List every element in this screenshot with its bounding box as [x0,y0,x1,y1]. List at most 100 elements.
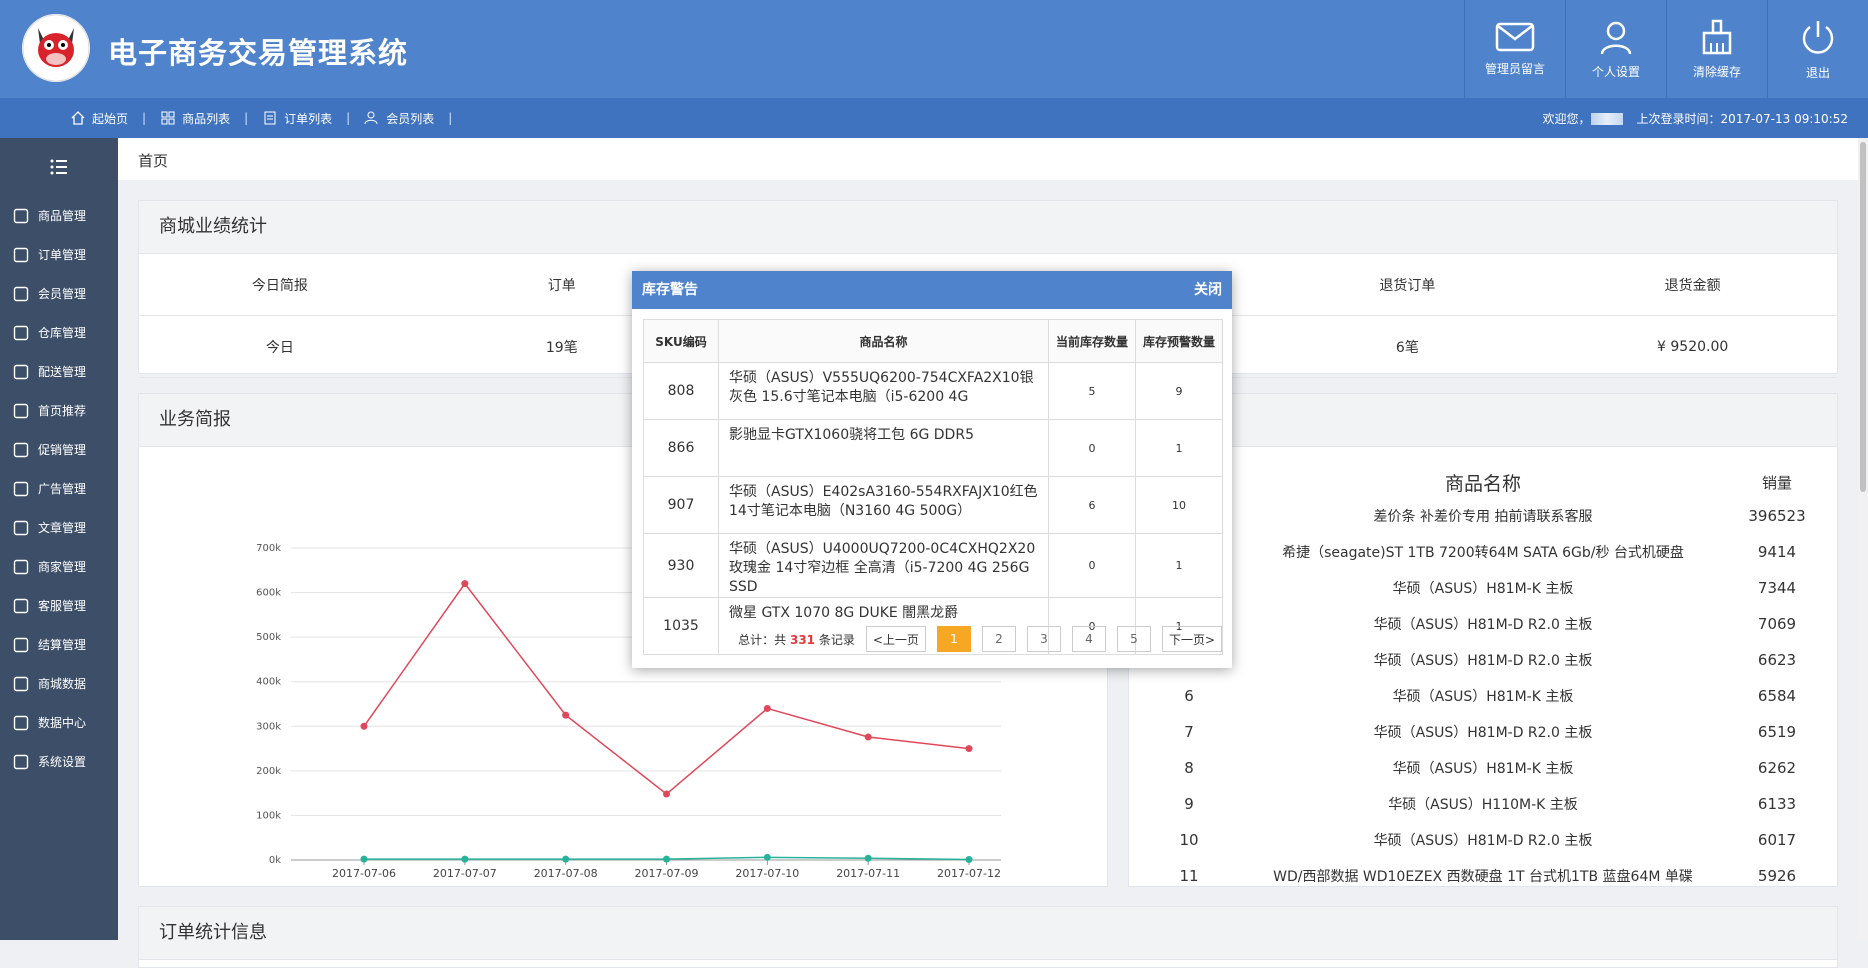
money-icon [13,637,29,652]
ranking-no: 9 [1184,795,1194,813]
inventory-header-name: 商品名称 [718,319,1049,363]
pagination-total: 总计：共 331 条记录 [738,631,855,648]
clear-cache-button[interactable]: 清除缓存 [1666,0,1767,98]
ranking-name: 华硕（ASUS）H81M-D R2.0 主板 [1373,617,1593,633]
y-tick-label: 300k [256,721,281,732]
logo [22,14,90,82]
nav-link-products-label: 商品列表 [182,111,231,126]
y-tick-label: 200k [256,766,281,777]
welcome-text: 欢迎您， [1543,110,1623,127]
sidebar-item-11[interactable]: 结算管理 [0,625,118,664]
admin-message-button[interactable]: 管理员留言 [1464,0,1565,98]
x-tick-label: 2017-07-11 [836,867,900,880]
personal-settings-label: 个人设置 [1591,64,1640,79]
menu-icon [50,159,67,175]
broom-icon [1702,19,1732,54]
page-button-5[interactable]: 5 [1116,626,1151,652]
sidebar-item-0[interactable]: 商品管理 [0,196,118,235]
ranking-header-qty: 销量 [1761,473,1792,492]
sidebar-item-6[interactable]: 促销管理 [0,430,118,469]
y-tick-label: 400k [256,677,281,688]
bag-icon [13,208,29,223]
layout-icon [13,481,29,496]
prev-page-button[interactable]: <上一页 [865,626,926,652]
nav-link-members[interactable]: 会员列表 [350,110,448,127]
menu-toggle-button[interactable] [0,138,118,196]
document-icon [264,111,276,125]
pagination: 总计：共 331 条记录 <上一页 1 2 3 4 5 下一页> [738,626,1222,652]
sidebar-item-2[interactable]: 会员管理 [0,274,118,313]
stats-value-cell: 6笔 [1266,315,1549,378]
nav-link-products[interactable]: 商品列表 [146,110,244,127]
modal-header: 库存警告 关闭 [632,271,1232,309]
sidebar-item-9[interactable]: 商家管理 [0,547,118,586]
page-button-4[interactable]: 4 [1071,626,1106,652]
sidebar-item-4[interactable]: 配送管理 [0,352,118,391]
user-icon [13,286,29,301]
next-page-button[interactable]: 下一页> [1161,626,1222,652]
data-point [663,855,670,863]
ranking-table: 商品名称 销量 差价条 补差价专用 拍前请联系客服 396523 希捷（seagat… [1129,466,1837,894]
ranking-no: 8 [1184,759,1194,777]
ranking-name: 华硕（ASUS）H81M-K 主板 [1392,761,1574,777]
ranking-name: WD/西部数据 WD10EZEX 西数硬盘 1T 台式机1TB 蓝盘64M 单碟 [1273,869,1693,885]
inventory-name: 华硕（ASUS）U4000UQ7200-0C4CXHQ2X20玫瑰金 14寸窄边… [718,533,1049,598]
breadcrumb-home[interactable]: 首页 [138,150,168,171]
sidebar-item-10[interactable]: 客服管理 [0,586,118,625]
ranking-qty: 5926 [1757,867,1797,885]
x-tick-label: 2017-07-10 [735,867,799,880]
tag-icon [13,442,29,457]
inventory-row: 866 影驰显卡GTX1060骁将工包 6G DDR5 0 1 [643,419,1223,477]
order-info-title: 订单统计信息 [139,907,1837,960]
y-tick-label: 100k [256,810,281,821]
x-tick-label: 2017-07-07 [433,867,497,880]
nav-link-members-label: 会员列表 [386,111,435,126]
sidebar-item-5[interactable]: 首页推荐 [0,391,118,430]
ranking-panel: 商品名称 销量 差价条 补差价专用 拍前请联系客服 396523 希捷（seagat… [1128,393,1838,887]
nav-link-home[interactable]: 起始页 [56,110,142,127]
inventory-sku: 866 [643,419,719,477]
truck-icon [13,364,29,379]
inventory-sku: 1035 [643,597,719,655]
y-tick-label: 500k [256,632,281,643]
data-point [965,856,973,864]
ranking-no: 11 [1179,867,1199,885]
logout-button[interactable]: 退出 [1767,0,1868,98]
nav-link-orders[interactable]: 订单列表 [248,110,346,127]
inventory-name: 华硕（ASUS）V555UQ6200-754CXFA2X10银灰色 15.6寸笔… [718,362,1049,420]
y-tick-label: 600k [256,588,281,599]
inventory-sku: 907 [643,476,719,534]
page-button-2[interactable]: 2 [981,626,1016,652]
home-icon [71,111,85,125]
sidebar-item-13[interactable]: 数据中心 [0,703,118,742]
top-header: 电子商务交易管理系统 管理员留言 个人设置 清除缓存 退出 [0,0,1868,98]
ranking-name: 华硕（ASUS）H81M-D R2.0 主板 [1373,653,1593,669]
ranking-name: 华硕（ASUS）H81M-D R2.0 主板 [1373,725,1593,741]
page-button-1[interactable]: 1 [936,626,971,652]
inventory-sku: 808 [643,362,719,420]
username-redacted [1590,113,1623,125]
sidebar-item-7[interactable]: 广告管理 [0,469,118,508]
sidebar-item-label: 客服管理 [38,599,87,613]
scrollbar-thumb[interactable] [1860,142,1866,492]
sidebar-item-12[interactable]: 商城数据 [0,664,118,703]
modal-close-button[interactable]: 关闭 [1194,271,1222,309]
sidebar-item-1[interactable]: 订单管理 [0,235,118,274]
sidebar-item-8[interactable]: 文章管理 [0,508,118,547]
ranking-qty: 6519 [1757,723,1797,741]
nav-bar: 起始页 | 商品列表 | 订单列表 | 会员列表 | 欢迎您， 上次登录时间：2… [0,98,1868,138]
data-point [763,853,771,861]
sidebar-item-label: 商品管理 [38,209,87,223]
sidebar-item-3[interactable]: 仓库管理 [0,313,118,352]
page-scrollbar[interactable] [1858,138,1868,940]
page-button-3[interactable]: 3 [1026,626,1061,652]
personal-settings-button[interactable]: 个人设置 [1565,0,1666,98]
top-actions: 管理员留言 个人设置 清除缓存 退出 [1464,0,1868,98]
stats-header-cell: 退货金额 [1548,254,1837,316]
order-info-panel: 订单统计信息 [138,906,1838,968]
ranking-row: 11 WD/西部数据 WD10EZEX 西数硬盘 1T 台式机1TB 蓝盘64M … [1129,858,1837,894]
x-tick-label: 2017-07-08 [534,867,598,880]
nav-link-home-label: 起始页 [92,111,129,126]
store-icon [13,559,29,574]
sidebar-item-14[interactable]: 系统设置 [0,742,118,781]
